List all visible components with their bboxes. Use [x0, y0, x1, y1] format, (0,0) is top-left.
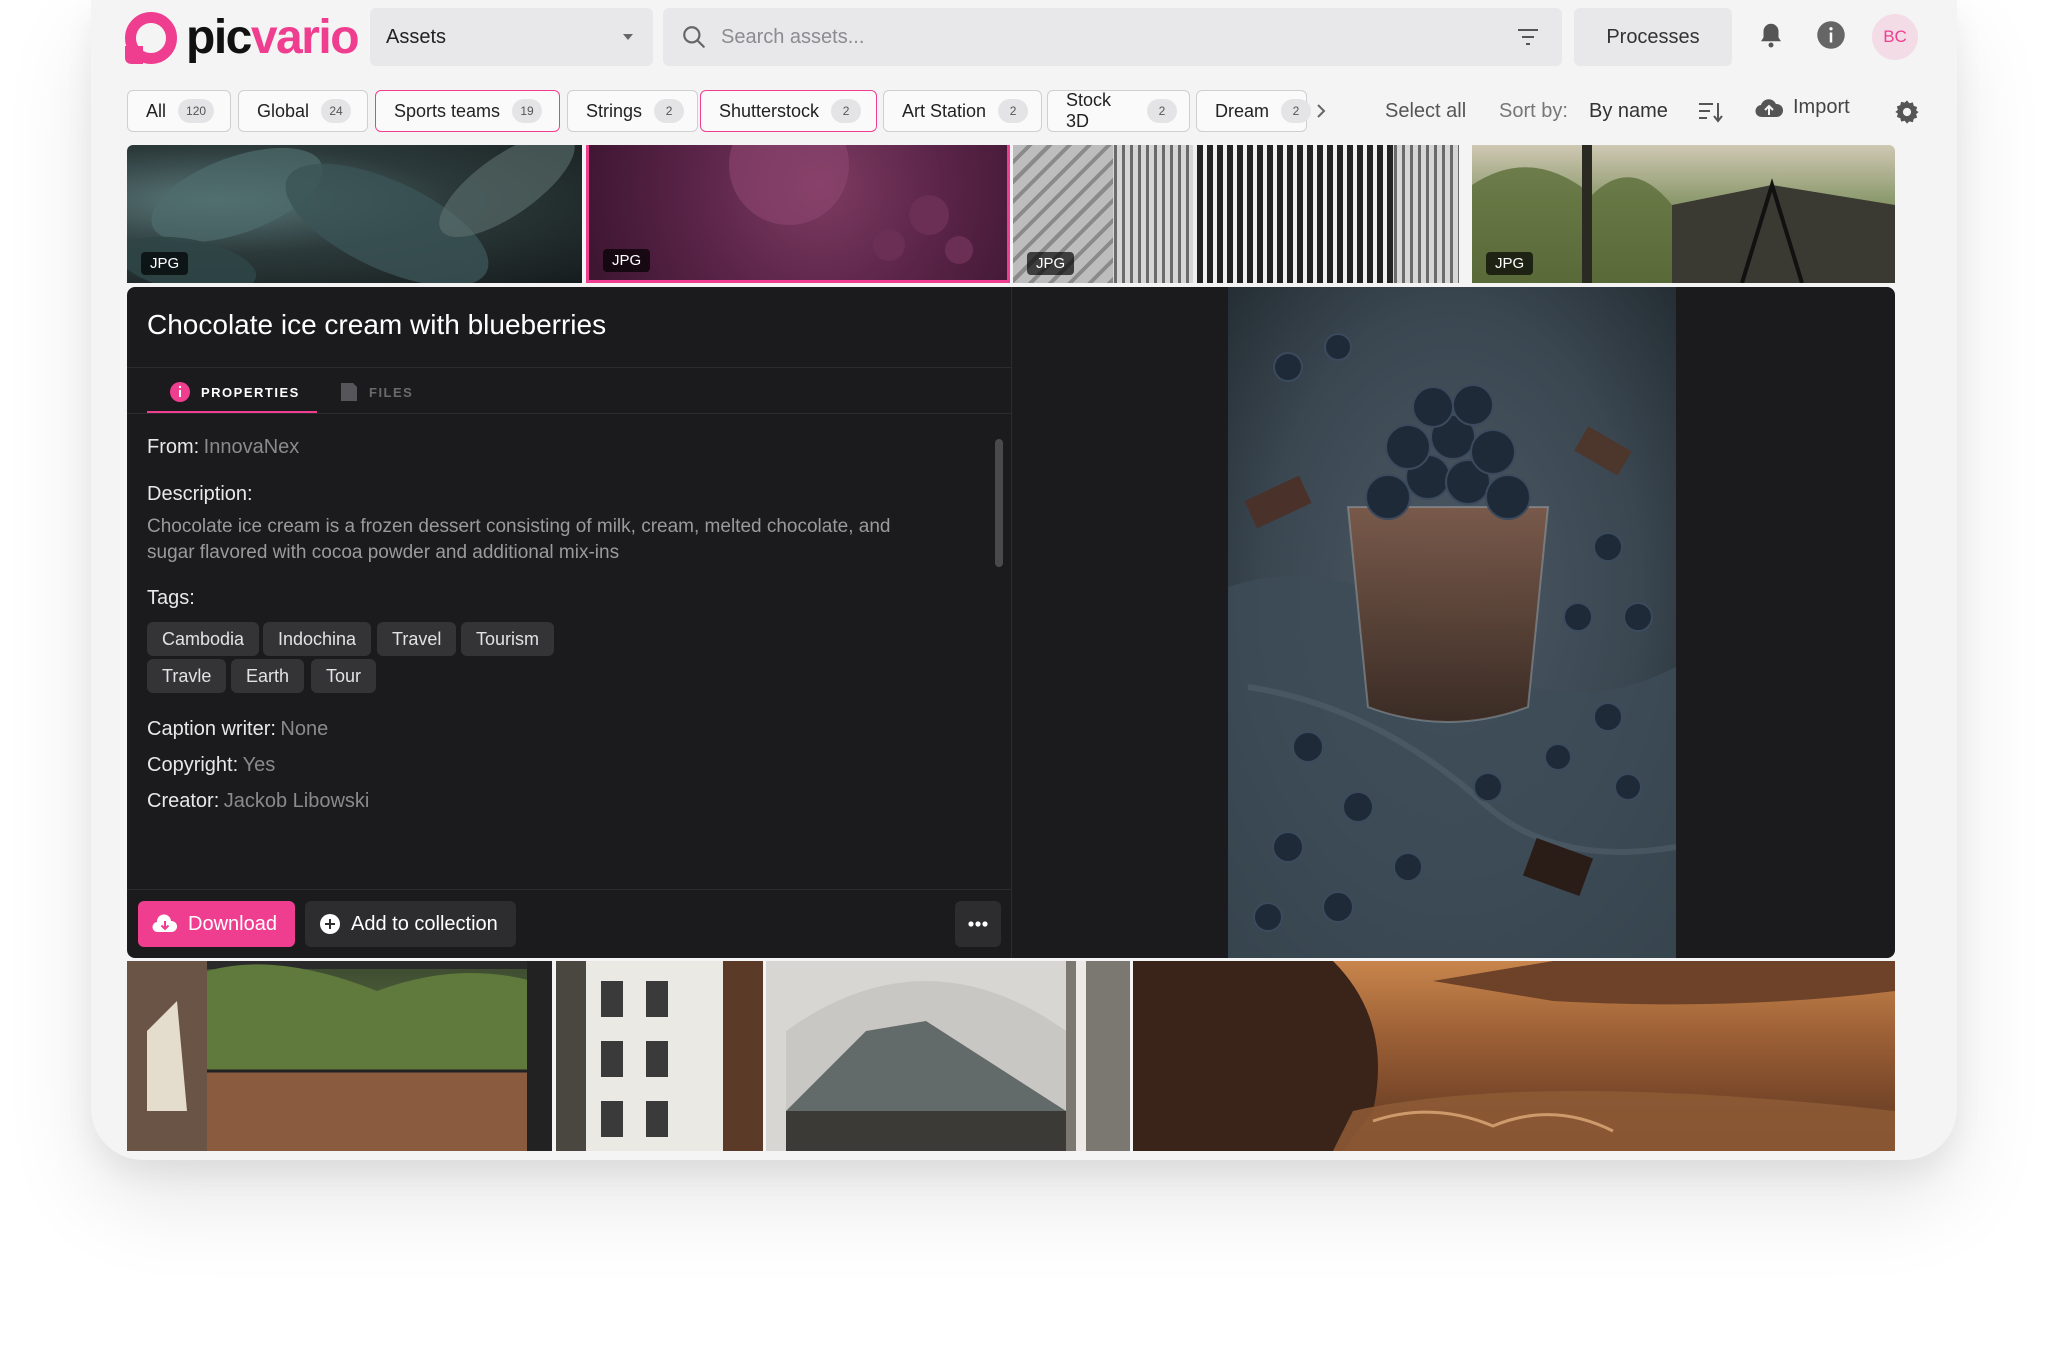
arch-volcano-illustration — [786, 961, 1130, 1151]
tab-files[interactable]: FILES — [339, 381, 413, 403]
info-icon — [170, 382, 190, 402]
collection-tab-sports-teams[interactable]: Sports teams 19 — [375, 90, 560, 132]
assets-type-select[interactable]: Assets — [370, 8, 653, 66]
asset-thumbnail[interactable]: JPG — [1472, 145, 1895, 283]
user-avatar[interactable]: BC — [1872, 14, 1918, 60]
tab-properties[interactable]: PROPERTIES — [169, 381, 300, 403]
caret-down-icon — [623, 34, 633, 40]
upload-cloud-icon — [1755, 98, 1783, 117]
gear-icon[interactable] — [1893, 98, 1921, 126]
divider — [127, 413, 1011, 414]
tag-chip[interactable]: Travel — [377, 622, 457, 656]
download-cloud-icon — [152, 914, 178, 933]
property-description-text: Chocolate ice cream is a frozen dessert … — [147, 516, 891, 563]
asset-thumbnail[interactable] — [556, 961, 763, 1151]
sunset-rocks-illustration — [1133, 961, 1895, 1151]
properties-scrollbar[interactable] — [995, 439, 1003, 567]
asset-thumbnail[interactable]: JPG — [1013, 145, 1459, 283]
collection-tabs-bar: All 120 Global 24 Sports teams 19 Strings 2 … — [91, 76, 1957, 142]
divider-vertical — [1011, 287, 1012, 958]
asset-preview-image[interactable] — [1228, 287, 1676, 958]
tab-files-label: FILES — [369, 384, 414, 400]
add-to-collection-button[interactable]: Add to collection — [305, 901, 516, 947]
property-description-label: Description: — [147, 483, 253, 505]
collection-tab-art-station[interactable]: Art Station 2 — [883, 90, 1042, 132]
collection-tab-global[interactable]: Global 24 — [238, 90, 368, 132]
property-from: From: InnovaNex — [147, 436, 300, 458]
tag-chip[interactable]: Tour — [311, 659, 377, 693]
file-type-badge: JPG — [1486, 252, 1534, 275]
collection-tab-stock-3d[interactable]: Stock 3D 2 — [1047, 90, 1190, 132]
dessert-illustration — [729, 145, 973, 264]
import-label: Import — [1793, 96, 1850, 118]
download-button[interactable]: Download — [138, 901, 295, 947]
search-icon — [683, 26, 705, 48]
filter-icon[interactable] — [1516, 26, 1540, 48]
tag-chip[interactable]: Tourism — [461, 622, 555, 656]
chevron-right-icon[interactable] — [1314, 102, 1328, 120]
tag-chip[interactable]: Cambodia — [147, 622, 260, 656]
property-creator: Creator: Jackob Libowski — [147, 790, 370, 812]
assets-select-value: Assets — [386, 25, 447, 48]
file-type-badge: JPG — [141, 252, 189, 275]
asset-thumbnail[interactable]: JPG — [127, 145, 582, 283]
divider — [127, 889, 1011, 890]
tab-properties-label: PROPERTIES — [201, 384, 300, 400]
processes-button[interactable]: Processes — [1574, 8, 1732, 66]
collection-tab-shutterstock[interactable]: Shutterstock 2 — [700, 90, 877, 132]
select-all-button[interactable]: Select all — [1385, 100, 1466, 123]
asset-thumbnail[interactable] — [1133, 961, 1895, 1151]
app-window: picvario Assets Processes BC All120 Glob… — [91, 0, 1957, 1160]
file-type-badge: JPG — [1027, 252, 1075, 275]
property-tags-label: Tags: — [147, 587, 195, 609]
tag-chip[interactable]: Earth — [231, 659, 305, 693]
file-icon — [341, 383, 357, 401]
import-button[interactable]: Import — [1755, 96, 1850, 119]
more-dots-icon — [968, 921, 988, 927]
sort-label: Sort by: — [1499, 100, 1568, 122]
asset-thumbnail[interactable] — [766, 961, 1130, 1151]
sort-by-dropdown[interactable]: By name — [1589, 100, 1668, 123]
terrace-illustration — [1472, 145, 1895, 283]
plus-circle-icon — [320, 914, 340, 934]
info-icon[interactable] — [1816, 20, 1846, 50]
collection-tab-all[interactable]: All 120 — [127, 90, 231, 132]
collection-tab-dream[interactable]: Dream 2 — [1196, 90, 1312, 132]
asset-detail-panel: Chocolate ice cream with blueberries PRO… — [127, 287, 1895, 958]
picvario-logo[interactable]: picvario — [125, 10, 360, 66]
sort-direction-icon[interactable] — [1697, 100, 1723, 124]
logo-mark-icon — [125, 12, 177, 64]
property-caption-writer: Caption writer: None — [147, 718, 329, 740]
top-header: picvario Assets Processes BC — [91, 0, 1957, 76]
download-label: Download — [188, 912, 277, 935]
search-input[interactable] — [721, 8, 1481, 66]
asset-thumbnail[interactable] — [127, 961, 552, 1151]
file-type-badge: JPG — [603, 249, 651, 272]
asset-thumbnail-selected[interactable]: JPG — [586, 145, 1010, 283]
asset-title: Chocolate ice cream with blueberries — [147, 309, 607, 340]
bell-icon[interactable] — [1756, 20, 1786, 50]
tag-chip[interactable]: Indochina — [263, 622, 372, 656]
facade-slats — [1193, 145, 1393, 283]
tag-chip[interactable]: Travle — [147, 659, 227, 693]
leaves-illustration — [127, 145, 575, 283]
add-to-collection-label: Add to collection — [351, 912, 498, 935]
collection-tab-strings[interactable]: Strings 2 — [567, 90, 698, 132]
divider — [127, 367, 1011, 368]
property-copyright: Copyright: Yes — [147, 754, 276, 776]
more-actions-button[interactable] — [955, 901, 1001, 947]
logo-text: picvario — [186, 11, 360, 64]
balcony-illustration — [127, 961, 552, 1151]
search-bar[interactable] — [663, 8, 1562, 66]
building-facade-illustration — [556, 961, 763, 1151]
